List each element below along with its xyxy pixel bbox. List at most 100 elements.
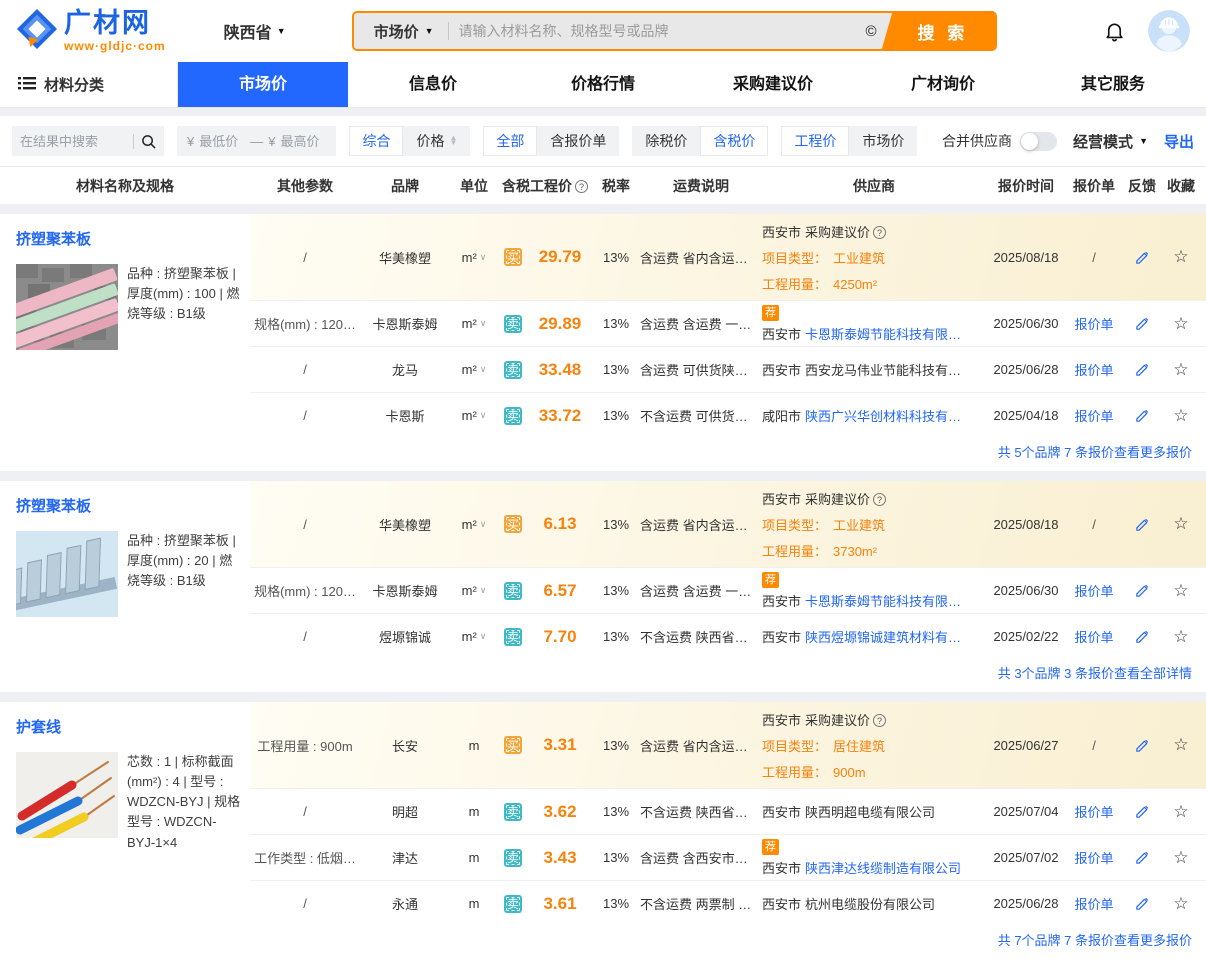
- merge-supplier-toggle[interactable]: [1020, 132, 1057, 151]
- supplier-name[interactable]: 陕西煜塬锦诚建筑材料有…: [805, 630, 961, 645]
- favorite-star-icon[interactable]: ☆: [1162, 360, 1200, 380]
- supplier-name[interactable]: 陕西广兴华创材料科技有…: [805, 409, 961, 424]
- product-title-link[interactable]: 护套线: [16, 716, 61, 737]
- sort-price[interactable]: 价格 ▲▼: [403, 126, 470, 156]
- product-spec: 芯数 : 1 | 标称截面(mm²) : 4 | 型号 : WDZCN-BYJ …: [127, 752, 244, 853]
- nav-tab[interactable]: 信息价: [348, 62, 518, 107]
- help-icon[interactable]: ?: [873, 714, 886, 727]
- max-price-input[interactable]: [280, 134, 326, 149]
- favorite-star-icon[interactable]: ☆: [1162, 247, 1200, 267]
- site-logo[interactable]: 广材网 www·gldjc·com: [16, 8, 166, 55]
- product-image[interactable]: [16, 752, 118, 838]
- feedback-edit-icon[interactable]: [1122, 361, 1162, 378]
- tax-toggle: 除税价 含税价: [632, 126, 768, 156]
- product-image[interactable]: [16, 531, 118, 617]
- help-icon[interactable]: ?: [873, 226, 886, 239]
- col-unit: 单位: [450, 176, 498, 196]
- quotation-link[interactable]: 报价单: [1066, 314, 1122, 333]
- quote-row: / 卡恩斯 m²∨ 卖 33.72 13% 不含运费 可供货陕西省… 咸阳市陕西…: [250, 392, 1206, 438]
- unit-dropdown[interactable]: m²∨: [462, 362, 487, 377]
- favorite-star-icon[interactable]: ☆: [1162, 514, 1200, 534]
- price-type-market[interactable]: 市场价: [849, 126, 917, 156]
- supplier-cell: 西安市西安龙马伟业节能科技有…: [762, 360, 986, 379]
- more-quotes-link[interactable]: 共 7个品牌 7 条报价查看更多报价: [998, 933, 1192, 948]
- quotation-link[interactable]: 报价单: [1066, 848, 1122, 867]
- nav-tab[interactable]: 采购建议价: [688, 62, 858, 107]
- product-image[interactable]: [16, 264, 118, 350]
- unit-dropdown[interactable]: m²∨: [462, 517, 487, 532]
- feedback-edit-icon[interactable]: [1122, 803, 1162, 820]
- copyright-icon[interactable]: ©: [866, 23, 877, 40]
- freight-note: 含运费 可供货陕西省，…: [640, 360, 762, 379]
- more-quotes-link[interactable]: 共 5个品牌 7 条报价查看更多报价: [998, 445, 1192, 460]
- feedback-edit-icon[interactable]: [1122, 737, 1162, 754]
- feedback-edit-icon[interactable]: [1122, 249, 1162, 266]
- material-category-menu[interactable]: 材料分类: [0, 62, 178, 107]
- unit-dropdown[interactable]: m²∨: [462, 316, 487, 331]
- supplier-name[interactable]: 卡恩斯泰姆节能科技有限…: [805, 327, 961, 342]
- search-button[interactable]: 搜 索: [881, 11, 997, 51]
- supplier-name[interactable]: 陕西津达线缆制造有限公司: [805, 861, 961, 876]
- search-category-label: 市场价: [374, 21, 419, 42]
- more-quotes-link[interactable]: 共 3个品牌 3 条报价查看全部详情: [998, 666, 1192, 681]
- search-input[interactable]: [449, 23, 866, 39]
- sort-comprehensive[interactable]: 综合: [349, 126, 403, 156]
- chevron-down-icon: ∨: [480, 252, 487, 263]
- quote-date: 2025/06/28: [986, 896, 1066, 911]
- nav-tab[interactable]: 其它服务: [1028, 62, 1198, 107]
- nav-tab[interactable]: 价格行情: [518, 62, 688, 107]
- region-selector[interactable]: 陕西省 ▼: [224, 19, 286, 43]
- feedback-edit-icon[interactable]: [1122, 582, 1162, 599]
- result-search-input[interactable]: [20, 134, 130, 149]
- quote-row: / 煜塬锦诚 m²∨ 卖 7.70 13% 不含运费 陕西省内如含… 西安市陕西…: [250, 613, 1206, 659]
- tax-included[interactable]: 含税价: [700, 126, 768, 156]
- quotation-link[interactable]: 报价单: [1066, 406, 1122, 425]
- nav-tab[interactable]: 市场价: [178, 62, 348, 107]
- product-title-link[interactable]: 挤塑聚苯板: [16, 228, 91, 249]
- unit-dropdown[interactable]: m²∨: [462, 583, 487, 598]
- favorite-star-icon[interactable]: ☆: [1162, 802, 1200, 822]
- sell-badge: 卖: [504, 849, 522, 867]
- filter-with-quotation[interactable]: 含报价单: [537, 126, 619, 156]
- search-category-dropdown[interactable]: 市场价 ▼: [354, 21, 448, 42]
- supplier-name[interactable]: 卡恩斯泰姆节能科技有限…: [805, 594, 961, 609]
- supplier-cell: 咸阳市陕西广兴华创材料科技有…: [762, 406, 986, 425]
- favorite-star-icon[interactable]: ☆: [1162, 406, 1200, 426]
- quotation-link[interactable]: 报价单: [1066, 360, 1122, 379]
- user-avatar[interactable]: [1148, 10, 1190, 52]
- min-price-input[interactable]: [199, 134, 245, 149]
- quotation-link: /: [1066, 250, 1122, 265]
- feedback-edit-icon[interactable]: [1122, 315, 1162, 332]
- search-icon[interactable]: [141, 134, 156, 149]
- favorite-star-icon[interactable]: ☆: [1162, 848, 1200, 868]
- favorite-star-icon[interactable]: ☆: [1162, 581, 1200, 601]
- favorite-star-icon[interactable]: ☆: [1162, 314, 1200, 334]
- feedback-edit-icon[interactable]: [1122, 628, 1162, 645]
- quotation-link[interactable]: 报价单: [1066, 894, 1122, 913]
- quotation-link[interactable]: 报价单: [1066, 802, 1122, 821]
- feedback-edit-icon[interactable]: [1122, 849, 1162, 866]
- quotation-link[interactable]: 报价单: [1066, 627, 1122, 646]
- favorite-star-icon[interactable]: ☆: [1162, 627, 1200, 647]
- price-type-project[interactable]: 工程价: [781, 126, 849, 156]
- feedback-edit-icon[interactable]: [1122, 516, 1162, 533]
- favorite-star-icon[interactable]: ☆: [1162, 735, 1200, 755]
- feedback-edit-icon[interactable]: [1122, 895, 1162, 912]
- notification-bell-icon[interactable]: [1103, 20, 1126, 43]
- unit-dropdown[interactable]: m²∨: [462, 629, 487, 644]
- export-link[interactable]: 导出: [1164, 131, 1194, 152]
- product-title-link[interactable]: 挤塑聚苯板: [16, 495, 91, 516]
- unit-dropdown[interactable]: m²∨: [462, 408, 487, 423]
- business-mode-dropdown[interactable]: 经营模式 ▼: [1073, 131, 1148, 152]
- feedback-edit-icon[interactable]: [1122, 407, 1162, 424]
- favorite-star-icon[interactable]: ☆: [1162, 894, 1200, 914]
- help-icon[interactable]: ?: [873, 493, 886, 506]
- quote-row: / 龙马 m²∨ 卖 33.48 13% 含运费 可供货陕西省，… 西安市西安龙…: [250, 346, 1206, 392]
- nav-tab[interactable]: 广材询价: [858, 62, 1028, 107]
- filter-all[interactable]: 全部: [483, 126, 537, 156]
- quotation-link[interactable]: 报价单: [1066, 581, 1122, 600]
- purchase-advice-line: 项目类型：工业建筑: [762, 248, 978, 267]
- tax-excluded[interactable]: 除税价: [632, 126, 700, 156]
- unit-dropdown[interactable]: m²∨: [462, 250, 487, 265]
- help-icon[interactable]: ?: [575, 180, 588, 193]
